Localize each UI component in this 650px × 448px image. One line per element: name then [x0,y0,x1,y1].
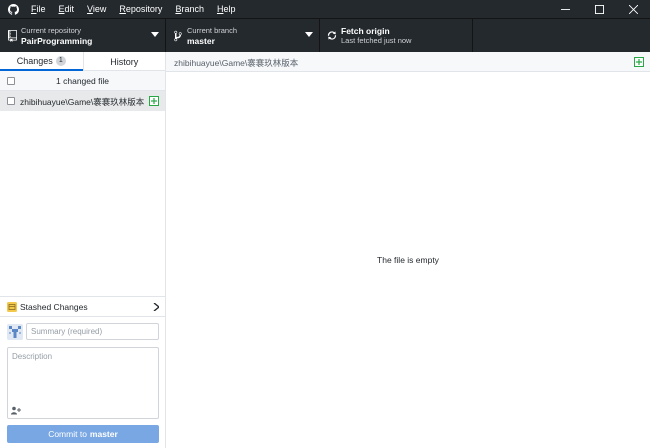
maximize-button[interactable] [582,0,616,18]
last-fetched-label: Last fetched just now [341,35,412,45]
minimize-button[interactable] [548,0,582,18]
menu-view[interactable]: View [82,0,111,18]
menu-edit[interactable]: Edit [54,0,80,18]
changes-count-badge: 1 [55,55,66,66]
avatar [7,324,23,340]
sidebar-tabs: Changes 1 History [0,52,165,71]
file-checkbox[interactable] [7,97,15,105]
commit-button-branch: master [89,429,118,439]
file-added-icon [634,57,644,67]
chevron-down-icon [151,32,159,37]
chevron-down-icon [305,32,313,37]
menu-bar: File Edit View Repository Branch Help [26,0,243,18]
current-branch-button[interactable]: Current branch master [166,19,320,52]
file-path: zhibihuayue\Game\褰褰玖林版本 [20,97,145,107]
empty-file-message: The file is empty [377,255,439,265]
current-repository-value: PairProgramming [21,35,93,46]
file-added-icon [149,96,159,106]
sidebar: Changes 1 History 1 changed file zhibihu… [0,52,166,448]
stash-icon [7,302,17,312]
tab-changes-label: Changes [16,55,53,66]
toolbar: Current repository PairProgramming Curre… [0,18,650,52]
github-logo-icon [0,0,26,18]
commit-description-input[interactable] [8,348,158,404]
changed-files-count: 1 changed file [56,75,109,86]
menu-repository[interactable]: Repository [114,0,167,18]
menu-help[interactable]: Help [212,0,241,18]
minimize-icon [560,8,570,10]
selected-file-path: zhibihuayue\Game\褰褰玖林版本 [174,58,299,68]
repository-icon [6,29,18,43]
tab-changes[interactable]: Changes 1 [0,52,83,71]
stashed-changes-label: Stashed Changes [20,302,88,312]
chevron-right-icon [153,303,159,311]
changed-files-header: 1 changed file [0,71,165,91]
window-controls [548,0,650,18]
commit-button-prefix: Commit to [48,429,87,439]
commit-summary-input[interactable] [26,323,159,340]
list-item[interactable]: zhibihuayue\Game\褰褰玖林版本 [0,91,165,111]
commit-button[interactable]: Commit to master [7,425,159,443]
close-button[interactable] [616,0,650,18]
tab-history-label: History [110,56,139,67]
branch-icon [172,29,184,43]
commit-description-box [7,347,159,419]
menu-branch[interactable]: Branch [170,0,209,18]
current-branch-label: Current branch [187,25,238,35]
commit-form: Commit to master [0,316,165,448]
fetch-origin-title: Fetch origin [341,25,390,36]
maximize-icon [594,4,604,14]
stashed-changes-button[interactable]: Stashed Changes [0,296,165,316]
current-branch-value: master [187,35,215,46]
current-repository-button[interactable]: Current repository PairProgramming [0,19,166,52]
fetch-origin-button[interactable]: Fetch origin Last fetched just now [320,19,473,52]
file-path-header: zhibihuayue\Game\褰褰玖林版本 [166,52,650,72]
diff-panel: zhibihuayue\Game\褰褰玖林版本 The file is empt… [166,52,650,448]
tab-history[interactable]: History [82,52,166,71]
menu-file[interactable]: File [26,0,51,18]
close-icon [628,4,638,14]
add-coauthor-icon[interactable] [11,406,21,415]
select-all-checkbox[interactable] [7,77,15,85]
title-bar: File Edit View Repository Branch Help [0,0,650,18]
current-repository-label: Current repository [21,25,82,35]
sync-icon [326,29,338,43]
